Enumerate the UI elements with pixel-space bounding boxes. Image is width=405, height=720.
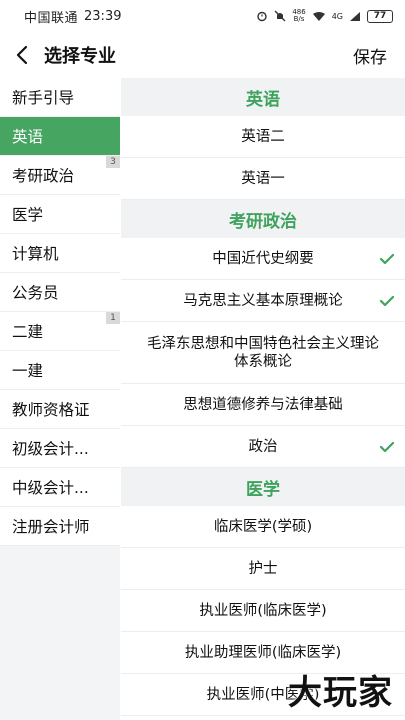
major-option[interactable]: 执业医师(临床医学) (121, 590, 405, 632)
sidebar-item-label: 考研政治 (12, 167, 75, 185)
major-option[interactable]: 政治 (121, 426, 405, 468)
major-option[interactable]: 马克思主义基本原理概论 (121, 280, 405, 322)
count-badge: 1 (106, 312, 120, 324)
sidebar-item-label: 注册会计师 (12, 518, 90, 536)
sidebar-item-cpa[interactable]: 注册会计师 (0, 507, 120, 546)
sidebar-item-first-constructor[interactable]: 一建 (0, 351, 120, 390)
check-icon (379, 295, 395, 306)
sidebar-item-computer[interactable]: 计算机 (0, 234, 120, 273)
major-label: 英语一 (241, 170, 285, 187)
check-icon (379, 441, 395, 452)
wifi-icon (312, 11, 325, 21)
sidebar-item-label: 公务员 (12, 284, 59, 302)
major-option[interactable]: 英语二 (121, 116, 405, 158)
major-label: 马克思主义基本原理概论 (183, 292, 343, 309)
watermark-logo: 大玩家 (288, 673, 393, 713)
group-header-politics: 考研政治 (121, 200, 405, 238)
sidebar-item-label: 一建 (12, 362, 44, 380)
major-label: 临床医学(学硕) (213, 518, 313, 535)
major-label: 英语二 (241, 128, 285, 145)
major-option[interactable]: 护士 (121, 548, 405, 590)
sidebar-item-teacher-cert[interactable]: 教师资格证 (0, 390, 120, 429)
mute-bell-icon (274, 10, 286, 22)
page-title: 选择专业 (44, 46, 116, 67)
net-speed-unit: B/s (293, 15, 305, 23)
major-option[interactable]: 毛泽东思想和中国特色社会主义理论体系概论 (121, 322, 405, 384)
top-bar: 选择专业 保存 (0, 32, 405, 78)
major-label: 政治 (248, 438, 278, 455)
battery-indicator: 77 (367, 9, 393, 23)
major-option[interactable]: 思想道德修养与法律基础 (121, 384, 405, 426)
signal-type: 4G (331, 11, 343, 21)
major-label: 思想道德修养与法律基础 (183, 396, 343, 413)
save-button[interactable]: 保存 (353, 43, 387, 68)
major-label: 护士 (248, 560, 278, 577)
sidebar-item-newbie-guide[interactable]: 新手引导 (0, 78, 120, 117)
major-list: 英语 英语二 英语一 考研政治 中国近代史纲要 马克思主义基本原理概论 毛泽东思… (121, 78, 405, 720)
major-label: 中国近代史纲要 (212, 250, 314, 267)
major-option[interactable]: 英语一 (121, 158, 405, 200)
clock: 23:39 (84, 8, 122, 24)
signal-icon (350, 11, 360, 21)
major-option[interactable]: 临床医学(学硕) (121, 506, 405, 548)
sidebar-item-junior-accountant[interactable]: 初级会计... (0, 429, 120, 468)
sidebar-item-second-constructor[interactable]: 二建 1 (0, 312, 120, 351)
sidebar-item-label: 计算机 (12, 245, 59, 263)
major-option[interactable]: 中国近代史纲要 (121, 238, 405, 280)
major-label: 毛泽东思想和中国特色社会主义理论体系概论 (147, 335, 379, 370)
carrier-name: 中国联通 (24, 10, 79, 26)
sidebar-item-label: 二建 (12, 323, 44, 341)
sidebar-item-english[interactable]: 英语 (0, 117, 120, 156)
sidebar-item-intermediate-accountant[interactable]: 中级会计... (0, 468, 120, 507)
chevron-left-icon (16, 45, 28, 65)
sidebar-item-label: 新手引导 (12, 89, 75, 107)
sidebar-item-label: 英语 (12, 128, 44, 146)
sidebar-item-label: 中级会计... (12, 479, 89, 497)
check-icon (379, 253, 395, 264)
sidebar-item-label: 初级会计... (12, 440, 89, 458)
major-label: 执业助理医师(临床医学) (184, 644, 342, 661)
group-header-medicine: 医学 (121, 468, 405, 506)
sidebar-item-politics[interactable]: 考研政治 3 (0, 156, 120, 195)
status-icons: 486 B/s 4G 77 (256, 9, 393, 23)
major-label: 执业医师(临床医学) (199, 602, 327, 619)
sidebar-item-medicine[interactable]: 医学 (0, 195, 120, 234)
back-button[interactable] (0, 32, 44, 78)
category-sidebar: 新手引导 英语 考研政治 3 医学 计算机 公务员 二建 1 一建 教师资格证 初级… (0, 78, 120, 720)
sidebar-item-civil-servant[interactable]: 公务员 (0, 273, 120, 312)
count-badge: 3 (106, 156, 120, 168)
sidebar-item-label: 教师资格证 (12, 401, 90, 419)
status-bar: 中国联通 23:39 486 B/s 4G 77 (0, 0, 405, 32)
alarm-icon (257, 11, 268, 22)
net-speed: 486 B/s (292, 9, 305, 23)
sidebar-item-label: 医学 (12, 206, 44, 224)
group-header-english: 英语 (121, 78, 405, 116)
